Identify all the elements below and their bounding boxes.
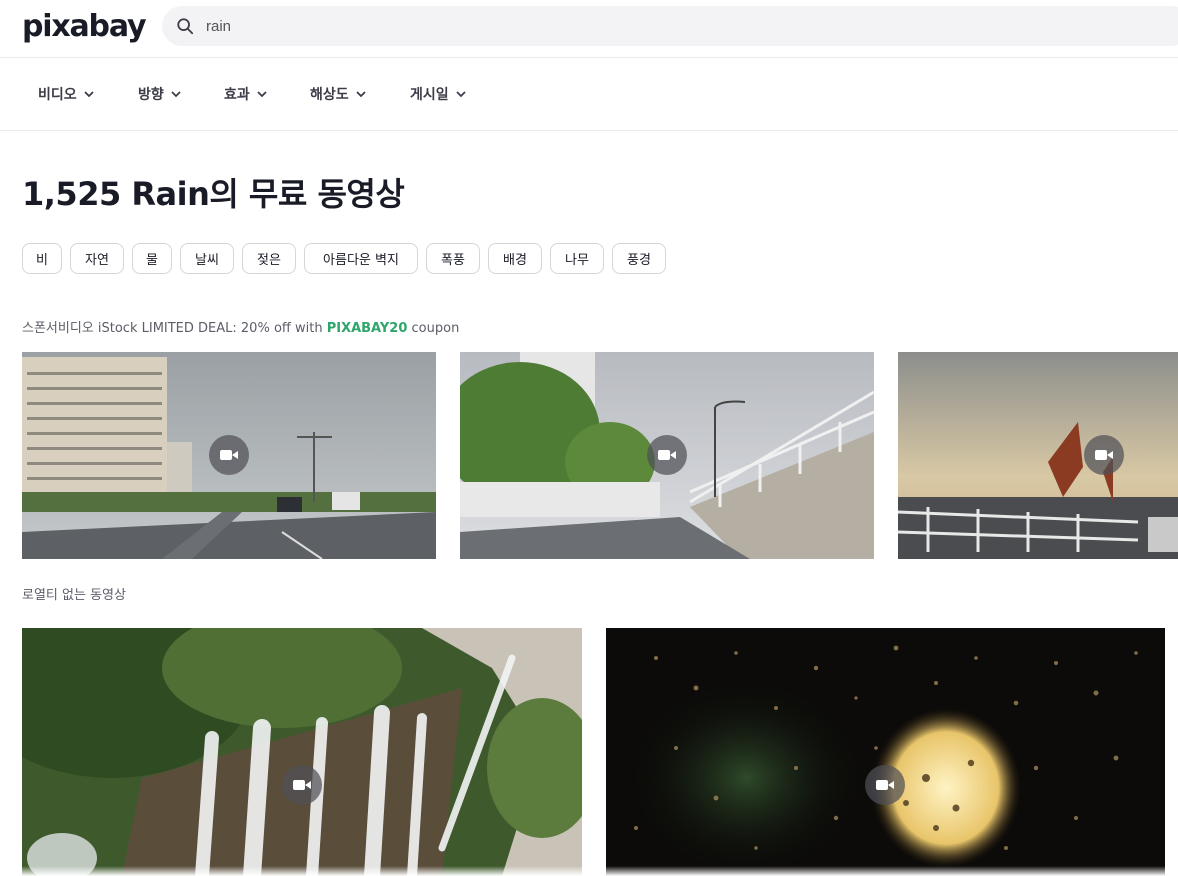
section-label: 로열티 없는 동영상 (22, 588, 126, 603)
video-waterfall[interactable] (22, 628, 582, 876)
filter-orientation[interactable]: 방향 (138, 83, 182, 105)
sponsored-video-road[interactable] (460, 352, 874, 559)
tag-chip[interactable]: 자연 (70, 243, 124, 274)
video-camera-icon (220, 450, 238, 460)
sponsored-text: 스폰서비디오 iStock LIMITED DEAL: 20% off with (22, 321, 327, 336)
scroll-fade (0, 866, 1178, 876)
search-icon (177, 18, 194, 35)
filter-label: 효과 (224, 87, 250, 103)
tag-chip[interactable]: 젖은 (242, 243, 296, 274)
video-badge (1084, 435, 1124, 475)
tag-chip[interactable]: 아름다운 벽지 (304, 243, 418, 274)
filter-media-type[interactable]: 비디오 (38, 83, 95, 105)
video-raindrops[interactable] (606, 628, 1165, 876)
filter-resolution[interactable]: 해상도 (310, 83, 367, 105)
video-camera-icon (658, 450, 676, 460)
video-camera-icon (1095, 450, 1113, 460)
tag-chip[interactable]: 풍경 (612, 243, 666, 274)
tag-chip[interactable]: 비 (22, 243, 62, 274)
filter-label: 해상도 (310, 87, 349, 103)
filter-effects[interactable]: 효과 (224, 83, 268, 105)
tag-chip[interactable]: 나무 (550, 243, 604, 274)
search-input[interactable] (206, 6, 1106, 46)
filter-date-posted[interactable]: 게시일 (410, 83, 467, 105)
filter-label: 게시일 (410, 87, 449, 103)
search-bar[interactable] (162, 6, 1178, 46)
chevron-down-icon (257, 91, 267, 98)
tag-chip[interactable]: 폭풍 (426, 243, 480, 274)
sponsored-banner: 스폰서비디오 iStock LIMITED DEAL: 20% off with… (22, 317, 459, 336)
video-badge (282, 765, 322, 805)
video-badge (209, 435, 249, 475)
coupon-code[interactable]: PIXABAY20 (327, 321, 408, 336)
pixabay-logo[interactable]: pixabay (22, 10, 147, 44)
video-camera-icon (876, 780, 894, 790)
page-title: 1,525 Rain의 무료 동영상 (22, 175, 405, 213)
filter-bar: 비디오 방향 효과 해상도 게시일 (0, 58, 1178, 131)
sponsored-video-highway[interactable] (22, 352, 436, 559)
video-thumbnail-image (606, 628, 1165, 876)
chevron-down-icon (456, 91, 466, 98)
video-badge (647, 435, 687, 475)
top-header: pixabay (0, 0, 1178, 58)
sponsored-video-sunset[interactable] (898, 352, 1178, 559)
chevron-down-icon (356, 91, 366, 98)
video-thumbnail-image (22, 628, 582, 876)
video-thumbnail-image (898, 352, 1178, 559)
tag-chip[interactable]: 배경 (488, 243, 542, 274)
sponsored-suffix: coupon (407, 321, 460, 336)
chevron-down-icon (171, 91, 181, 98)
filter-label: 비디오 (38, 87, 77, 103)
chevron-down-icon (84, 91, 94, 98)
filter-label: 방향 (138, 87, 164, 103)
tag-chip[interactable]: 날씨 (180, 243, 234, 274)
tag-chip[interactable]: 물 (132, 243, 172, 274)
video-badge (865, 765, 905, 805)
video-camera-icon (293, 780, 311, 790)
